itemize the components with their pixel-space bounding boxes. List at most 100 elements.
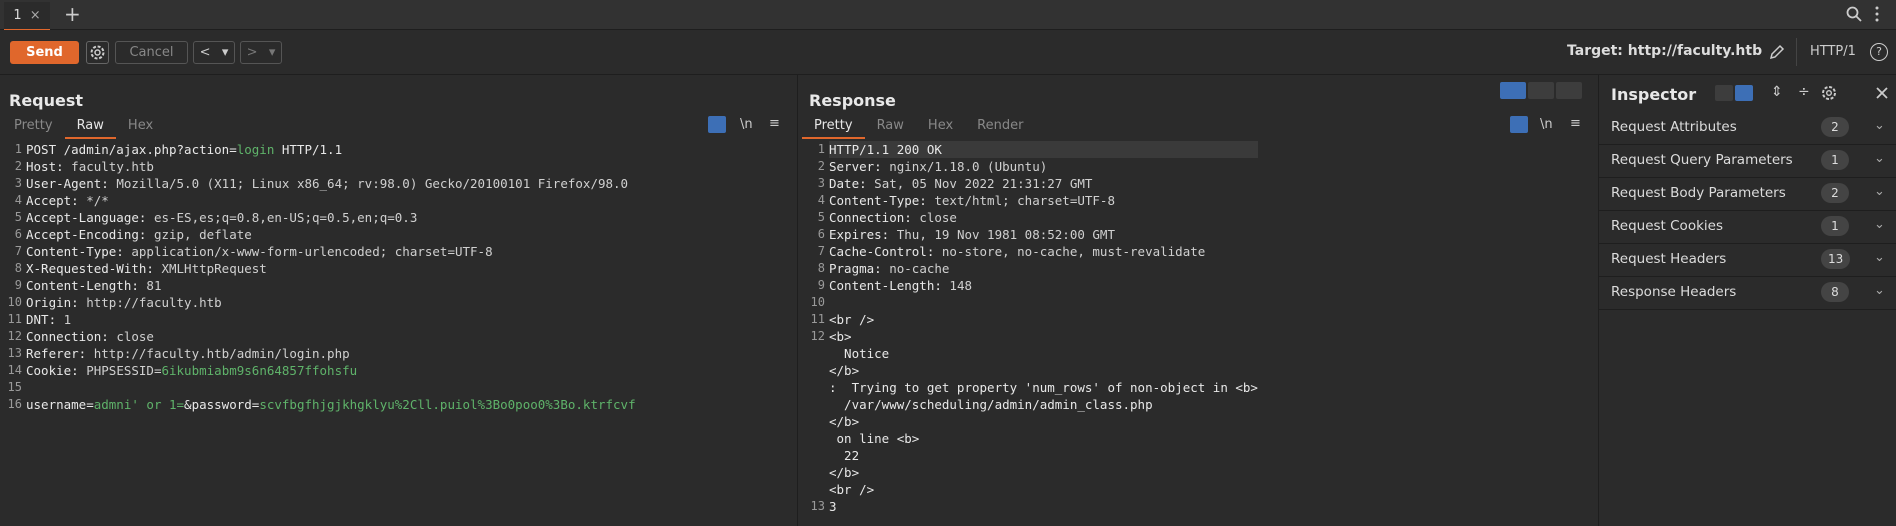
code-line[interactable]: 22: [829, 447, 1258, 464]
layout-stacked-icon[interactable]: [1528, 82, 1554, 99]
code-line[interactable]: /var/www/scheduling/admin/admin_class.ph…: [829, 396, 1258, 413]
back-arrow-icon: <: [199, 45, 211, 60]
code-line[interactable]: Connection: close: [829, 209, 1258, 226]
tab-label: 1: [13, 8, 22, 23]
code-line[interactable]: Accept-Encoding: gzip, deflate: [26, 226, 636, 243]
edit-pencil-icon[interactable]: [1768, 43, 1786, 61]
expand-all-icon[interactable]: ⇕: [1771, 84, 1783, 100]
layout-single-icon[interactable]: [1556, 82, 1582, 99]
code-line[interactable]: Accept: */*: [26, 192, 636, 209]
chevron-down-icon[interactable]: ⌄: [1874, 283, 1885, 298]
code-line[interactable]: Date: Sat, 05 Nov 2022 21:31:27 GMT: [829, 175, 1258, 192]
collapse-all-icon[interactable]: ÷: [1798, 84, 1810, 100]
code-line[interactable]: Server: nginx/1.18.0 (Ubuntu): [829, 158, 1258, 175]
send-settings-button[interactable]: [86, 41, 109, 64]
code-line[interactable]: </b>: [829, 362, 1258, 379]
request-code[interactable]: POST /admin/ajax.php?action=login HTTP/1…: [26, 141, 636, 413]
line-number: 1: [14, 142, 22, 156]
chevron-down-icon[interactable]: ⌄: [1874, 184, 1885, 199]
chevron-down-icon[interactable]: ▾: [222, 45, 229, 60]
layout-right-icon[interactable]: [1735, 85, 1753, 101]
code-line[interactable]: HTTP/1.1 200 OK: [829, 141, 1258, 158]
tab-1[interactable]: 1 ×: [4, 2, 50, 31]
code-line[interactable]: <br />: [829, 481, 1258, 498]
code-line[interactable]: DNT: 1: [26, 311, 636, 328]
inspector-section[interactable]: Request Attributes 2 ⌄: [1599, 111, 1896, 145]
code-line[interactable]: Pragma: no-cache: [829, 260, 1258, 277]
code-line[interactable]: Accept-Language: es-ES,es;q=0.8,en-US;q=…: [26, 209, 636, 226]
header-value: PHPSESSID=: [78, 363, 162, 378]
code-line[interactable]: Origin: http://faculty.htb: [26, 294, 636, 311]
forward-button[interactable]: > ▾: [240, 41, 282, 64]
code-line[interactable]: Content-Length: 148: [829, 277, 1258, 294]
tab-pretty[interactable]: Pretty: [802, 115, 865, 139]
code-line[interactable]: Host: faculty.htb: [26, 158, 636, 175]
close-icon[interactable]: [1875, 86, 1889, 100]
code-line[interactable]: username=admni' or 1=&password=scvfbgfhj…: [26, 396, 636, 413]
send-button[interactable]: Send: [10, 41, 79, 64]
code-line[interactable]: Content-Length: 81: [26, 277, 636, 294]
layout-side-by-side-icon[interactable]: [1500, 82, 1526, 99]
code-line[interactable]: Cookie: PHPSESSID=6ikubmiabm9s6n64857ffo…: [26, 362, 636, 379]
chevron-down-icon[interactable]: ⌄: [1874, 217, 1885, 232]
chevron-down-icon[interactable]: ▾: [269, 45, 276, 60]
code-line[interactable]: User-Agent: Mozilla/5.0 (X11; Linux x86_…: [26, 175, 636, 192]
header-value: no-store, no-cache, must-revalidate: [934, 244, 1206, 259]
tab-bar: 1 × +: [0, 0, 1896, 31]
code-line[interactable]: Connection: close: [26, 328, 636, 345]
response-code[interactable]: HTTP/1.1 200 OK Server: nginx/1.18.0 (Ubu…: [829, 141, 1258, 515]
http-version-label[interactable]: HTTP/1: [1810, 44, 1856, 59]
inspector-section[interactable]: Request Body Parameters 2 ⌄: [1599, 177, 1896, 211]
code-line[interactable]: Content-Type: application/x-www-form-url…: [26, 243, 636, 260]
tab-hex[interactable]: Hex: [116, 115, 165, 137]
code-line[interactable]: on line <b>: [829, 430, 1258, 447]
tab-raw[interactable]: Raw: [64, 115, 116, 139]
response-editor[interactable]: 1 2 3 4 5 6 7 8 9 10 11 12 13 HTTP/1.1 200 OK Server…: [803, 141, 1589, 526]
code-line[interactable]: Expires: Thu, 19 Nov 1981 08:52:00 GMT: [829, 226, 1258, 243]
code-line[interactable]: [26, 379, 636, 396]
code-line[interactable]: 3: [829, 498, 1258, 515]
help-icon[interactable]: ?: [1870, 43, 1888, 61]
newline-toggle[interactable]: \n: [740, 117, 753, 132]
newline-toggle[interactable]: \n: [1540, 117, 1553, 132]
panel-divider[interactable]: [797, 75, 798, 526]
code-line[interactable]: : Trying to get property 'num_rows' of n…: [829, 379, 1258, 396]
chevron-down-icon[interactable]: ⌄: [1874, 118, 1885, 133]
code-line[interactable]: <b>: [829, 328, 1258, 345]
cancel-button[interactable]: Cancel: [115, 41, 188, 64]
tab-render[interactable]: Render: [965, 115, 1035, 137]
tab-hex[interactable]: Hex: [916, 115, 965, 137]
chevron-down-icon[interactable]: ⌄: [1874, 250, 1885, 265]
code-line[interactable]: Referer: http://faculty.htb/admin/login.…: [26, 345, 636, 362]
code-line[interactable]: [829, 294, 1258, 311]
back-button[interactable]: < ▾: [193, 41, 235, 64]
gear-icon[interactable]: [1821, 85, 1837, 101]
inspector-section[interactable]: Request Cookies 1 ⌄: [1599, 210, 1896, 244]
close-icon[interactable]: ×: [30, 8, 41, 23]
code-line[interactable]: </b>: [829, 464, 1258, 481]
code-line[interactable]: Notice: [829, 345, 1258, 362]
code-line[interactable]: Cache-Control: no-store, no-cache, must-…: [829, 243, 1258, 260]
tab-raw[interactable]: Raw: [865, 115, 916, 137]
inspector-section[interactable]: Response Headers 8 ⌄: [1599, 276, 1896, 310]
add-tab-button[interactable]: +: [64, 2, 81, 26]
inspector-section[interactable]: Request Query Parameters 1 ⌄: [1599, 144, 1896, 178]
wrap-lines-icon[interactable]: [708, 116, 726, 133]
code-line[interactable]: X-Requested-With: XMLHttpRequest: [26, 260, 636, 277]
request-editor[interactable]: 1 2 3 4 5 6 7 8 9 10 11 12 13 14 15 16 POST /admin/ajax…: [0, 141, 790, 526]
more-vertical-icon[interactable]: [1874, 6, 1880, 22]
layout-left-icon[interactable]: [1715, 85, 1733, 101]
search-icon[interactable]: [1846, 6, 1862, 22]
line-text: [829, 295, 837, 310]
code-line[interactable]: <br />: [829, 311, 1258, 328]
inspector-section[interactable]: Request Headers 13 ⌄: [1599, 243, 1896, 277]
code-line[interactable]: Content-Type: text/html; charset=UTF-8: [829, 192, 1258, 209]
chevron-down-icon[interactable]: ⌄: [1874, 151, 1885, 166]
wrap-lines-icon[interactable]: [1510, 116, 1528, 133]
menu-icon[interactable]: ≡: [769, 116, 780, 131]
code-line[interactable]: POST /admin/ajax.php?action=login HTTP/1…: [26, 141, 636, 158]
param-value: scvfbgfhjgjkhgklyu%2Cll.puiol%3Bo0poo0%3…: [259, 397, 636, 412]
menu-icon[interactable]: ≡: [1570, 116, 1581, 131]
tab-pretty[interactable]: Pretty: [2, 115, 65, 137]
code-line[interactable]: </b>: [829, 413, 1258, 430]
